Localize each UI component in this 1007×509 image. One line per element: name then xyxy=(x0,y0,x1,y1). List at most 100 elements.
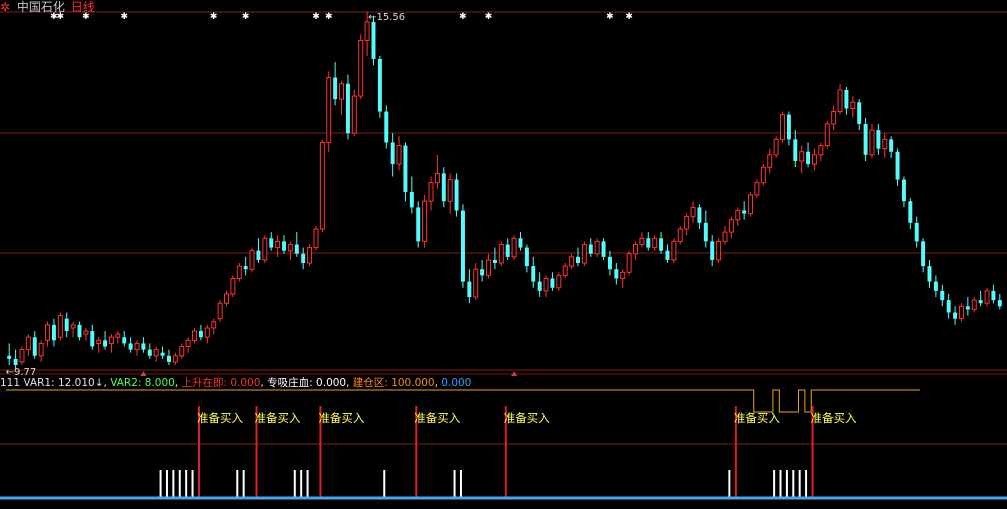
candle-body-down xyxy=(403,145,408,192)
candle-body-down xyxy=(550,278,555,288)
candle-body-down xyxy=(480,269,485,276)
candle-body-up xyxy=(172,355,178,363)
candle-body-down xyxy=(345,83,350,134)
candle-body-down xyxy=(390,142,395,165)
candle-body-down xyxy=(978,300,983,304)
candle-body-up xyxy=(230,277,236,295)
candle-body-up xyxy=(748,194,754,215)
candle-body-down xyxy=(793,139,798,162)
candle-body-up xyxy=(307,247,313,264)
buy-signal-label: 准备买入 xyxy=(414,411,460,425)
period-label[interactable]: 日线 xyxy=(71,0,95,14)
candle-body-down xyxy=(460,210,465,282)
candle-body-up xyxy=(364,21,370,41)
star-marker-icon: ✱ xyxy=(242,12,250,22)
star-marker-icon: ✱ xyxy=(625,12,633,22)
candle-body-up xyxy=(275,240,281,249)
candle-body-up xyxy=(780,114,785,140)
rise-label: 上升在即: xyxy=(181,377,228,389)
candle-body-up xyxy=(850,101,856,109)
candle-body-down xyxy=(659,238,664,251)
candle-body-down xyxy=(269,238,274,248)
candle-body-up xyxy=(722,231,728,242)
kline-chart[interactable]: ✱✱ ✱ ✱ ✱ ✱ ✱ ✱ ✱ ✱ ✱ ✱ ←15.56←9.77 准备买入 准备买入 准备买入 准备买… xyxy=(0,0,1007,505)
candle-body-up xyxy=(217,302,223,320)
candle-body-down xyxy=(933,281,938,291)
build-value: 100.000 xyxy=(391,377,435,389)
candle-body-up xyxy=(677,228,683,242)
candle-body-up xyxy=(735,209,741,221)
stock-name[interactable]: 中国石化 xyxy=(17,0,65,14)
star-marker-icon: ✱ xyxy=(120,12,128,22)
candle-body-up xyxy=(556,274,562,289)
candle-body-up xyxy=(498,243,504,264)
candle-body-up xyxy=(396,145,402,165)
candle-body-down xyxy=(282,241,286,251)
var2-value: 8.000 xyxy=(144,377,175,389)
candle-body-down xyxy=(7,355,12,359)
candle-body-down xyxy=(953,312,958,319)
candle-body-down xyxy=(710,241,715,260)
candle-body-up xyxy=(134,342,140,351)
rise-value: 0.000 xyxy=(230,377,261,389)
candle-body-down xyxy=(927,266,932,282)
candle-body-down xyxy=(844,89,849,109)
candle-body-down xyxy=(524,247,529,267)
candle-body-up xyxy=(754,182,760,196)
candle-body-down xyxy=(198,331,203,338)
candle-body-up xyxy=(773,138,779,156)
candle-body-down xyxy=(588,244,593,254)
candle-body-down xyxy=(13,358,18,366)
candle-body-down xyxy=(141,343,146,350)
candle-body-down xyxy=(409,191,414,208)
candle-body-up xyxy=(83,330,89,335)
candle-body-up xyxy=(262,237,268,261)
candle-body-up xyxy=(313,228,319,249)
candle-body-down xyxy=(147,349,152,356)
candle-body-down xyxy=(441,173,446,202)
candle-body-up xyxy=(716,240,722,261)
candle-body-up xyxy=(224,293,229,304)
candle-body-down xyxy=(921,241,926,267)
candle-body-up xyxy=(153,349,159,357)
buy-signal-label: 准备买入 xyxy=(255,411,301,425)
candle-body-down xyxy=(103,340,108,347)
candle-body-up xyxy=(326,77,332,143)
candle-body-down xyxy=(371,21,376,59)
signal-markers: ✱✱ ✱ ✱ ✱ ✱ ✱ ✱ ✱ ✱ ✱ ✱ xyxy=(50,12,633,22)
candle-body-up xyxy=(185,339,191,348)
candle-body-down xyxy=(537,281,542,291)
buy-signal-label: 准备买入 xyxy=(811,411,857,425)
candle-body-up xyxy=(486,259,492,276)
candle-body-down xyxy=(301,253,306,264)
indicator-readout: 111 VAR1: 12.010↓, VAR2: 8.000, 上升在即: 0.… xyxy=(0,377,472,389)
build-label: 建仓区: xyxy=(352,377,388,389)
candle-body-down xyxy=(665,250,670,260)
candle-body-up xyxy=(192,330,198,341)
candlestick-series xyxy=(7,12,1002,370)
candle-body-down xyxy=(946,300,951,313)
candle-body-down xyxy=(991,290,996,301)
candle-body-down xyxy=(531,266,536,282)
candle-body-down xyxy=(703,222,708,242)
candle-body-up xyxy=(633,243,638,255)
candle-body-up xyxy=(38,342,44,357)
candle-body-down xyxy=(467,281,472,298)
candle-body-up xyxy=(319,141,325,230)
candle-body-up xyxy=(767,154,773,168)
candle-body-up xyxy=(831,111,837,125)
candle-body-down xyxy=(377,58,382,112)
candle-body-down xyxy=(454,179,459,211)
candle-body-up xyxy=(581,243,587,264)
candle-body-up xyxy=(204,327,210,338)
candle-body-down xyxy=(614,269,619,279)
buy-signal-label: 准备买入 xyxy=(318,411,364,425)
gear-icon[interactable]: ✲ xyxy=(0,0,10,14)
candle-body-up xyxy=(620,271,626,279)
candle-body-up xyxy=(799,151,805,162)
absorb-value: 0.000 xyxy=(316,377,347,389)
candle-body-up xyxy=(211,321,217,329)
candle-body-up xyxy=(639,237,645,245)
candle-body-down xyxy=(857,102,862,124)
candle-body-down xyxy=(914,222,919,242)
